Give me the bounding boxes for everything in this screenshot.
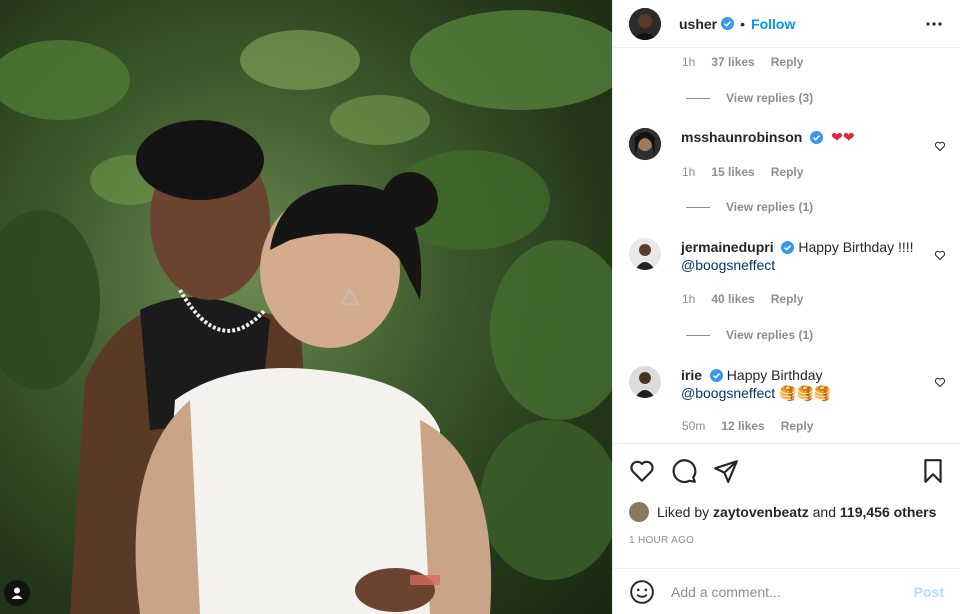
post-photo[interactable] bbox=[0, 0, 612, 614]
comment-likes[interactable]: 15 likes bbox=[711, 165, 754, 179]
like-comment-heart-icon[interactable] bbox=[934, 249, 946, 261]
post-comment-button[interactable]: Post bbox=[914, 584, 944, 600]
verified-badge-icon bbox=[781, 241, 795, 254]
reply-button[interactable]: Reply bbox=[771, 165, 804, 179]
comment-time: 1h bbox=[682, 55, 696, 69]
commenter-avatar[interactable] bbox=[629, 128, 661, 160]
replies-divider bbox=[686, 206, 710, 208]
comment-body: irie Happy Birthday @boogsneffect 🥞🥞🥞 bbox=[681, 366, 921, 403]
view-replies-label: View replies (1) bbox=[726, 200, 814, 214]
mention-link[interactable]: @boogsneffect bbox=[681, 257, 775, 273]
comment-text: Happy Birthday bbox=[726, 367, 823, 383]
mention-link[interactable]: @boogsneffect bbox=[681, 385, 775, 401]
user-icon bbox=[11, 587, 23, 599]
follow-button[interactable]: Follow bbox=[751, 16, 795, 32]
save-bookmark-icon[interactable] bbox=[920, 458, 946, 484]
commenter-username[interactable]: jermainedupri bbox=[681, 239, 774, 255]
view-replies-button[interactable]: View replies (1) bbox=[686, 328, 813, 342]
commenter-username[interactable]: msshaunrobinson bbox=[681, 129, 802, 145]
comment-item: jermainedupri Happy Birthday !!!! @boogs… bbox=[629, 238, 944, 274]
reply-button[interactable]: Reply bbox=[781, 419, 814, 433]
comment-time: 50m bbox=[682, 419, 706, 433]
likes-summary: Liked by zaytovenbeatz and 119,456 other… bbox=[629, 502, 936, 522]
comment-item: irie Happy Birthday @boogsneffect 🥞🥞🥞 bbox=[629, 366, 944, 403]
comment-body: jermainedupri Happy Birthday !!!! @boogs… bbox=[681, 238, 921, 274]
add-comment-bar: Add a comment... Post bbox=[613, 568, 960, 614]
comment-meta: 50m 12 likes Reply bbox=[682, 419, 813, 433]
comment-likes[interactable]: 40 likes bbox=[711, 292, 754, 306]
view-replies-button[interactable]: View replies (3) bbox=[686, 91, 813, 105]
comment-meta: 1h 40 likes Reply bbox=[682, 292, 803, 306]
comment-text: Happy Birthday !!!! bbox=[798, 239, 914, 255]
comment-meta: 1h 37 likes Reply bbox=[682, 55, 803, 69]
replies-divider bbox=[686, 97, 710, 99]
like-comment-heart-icon[interactable] bbox=[934, 376, 946, 388]
avatar-image bbox=[629, 7, 661, 40]
commenter-avatar[interactable] bbox=[629, 238, 661, 270]
liker-username[interactable]: zaytovenbeatz bbox=[713, 504, 809, 520]
emoji-smile-icon[interactable] bbox=[629, 579, 655, 605]
comment-likes[interactable]: 12 likes bbox=[721, 419, 764, 433]
comment-meta: 1h 15 likes Reply bbox=[682, 165, 803, 179]
comment-item: msshaunrobinson ❤❤ bbox=[629, 128, 944, 160]
post-actions-bar bbox=[613, 443, 960, 499]
comment-time: 1h bbox=[682, 292, 696, 306]
commenter-username[interactable]: irie bbox=[681, 367, 702, 383]
comment-time: 1h bbox=[682, 165, 696, 179]
post-header: usher • Follow bbox=[613, 0, 960, 48]
comment-emoji: ❤❤ bbox=[831, 130, 855, 146]
likes-and: and bbox=[812, 504, 836, 520]
post-timestamp[interactable]: 1 HOUR AGO bbox=[629, 535, 694, 546]
post-image bbox=[0, 10, 612, 614]
verified-badge-icon bbox=[709, 369, 723, 382]
like-comment-heart-icon[interactable] bbox=[934, 140, 946, 152]
author-avatar[interactable] bbox=[629, 7, 661, 40]
comment-likes[interactable]: 37 likes bbox=[711, 55, 754, 69]
more-options-icon[interactable] bbox=[924, 14, 944, 34]
reply-button[interactable]: Reply bbox=[771, 55, 804, 69]
comments-list[interactable]: 1h 37 likes Reply View replies (3) mssha… bbox=[613, 48, 960, 442]
reply-button[interactable]: Reply bbox=[771, 292, 804, 306]
comment-input[interactable]: Add a comment... bbox=[671, 584, 914, 600]
view-replies-label: View replies (3) bbox=[726, 91, 814, 105]
separator-dot: • bbox=[740, 15, 746, 32]
comment-emoji: 🥞🥞🥞 bbox=[779, 386, 832, 402]
verified-badge-icon bbox=[810, 131, 824, 144]
author-username[interactable]: usher bbox=[679, 16, 717, 32]
share-direct-icon[interactable] bbox=[713, 458, 739, 484]
comment-bubble-icon[interactable] bbox=[671, 458, 697, 484]
post-side-panel: usher • Follow 1h 37 likes Reply View re… bbox=[612, 0, 960, 614]
commenter-avatar[interactable] bbox=[629, 366, 661, 398]
verified-badge-icon bbox=[721, 17, 735, 30]
view-replies-label: View replies (1) bbox=[726, 328, 814, 342]
likes-prefix: Liked by bbox=[657, 504, 710, 520]
liker-avatar[interactable] bbox=[629, 502, 649, 522]
comment-body: msshaunrobinson ❤❤ bbox=[681, 128, 921, 160]
replies-divider bbox=[686, 334, 710, 336]
view-replies-button[interactable]: View replies (1) bbox=[686, 200, 813, 214]
likes-count[interactable]: 119,456 others bbox=[840, 504, 937, 520]
like-heart-icon[interactable] bbox=[629, 458, 655, 484]
tagged-users-button[interactable] bbox=[4, 580, 30, 606]
